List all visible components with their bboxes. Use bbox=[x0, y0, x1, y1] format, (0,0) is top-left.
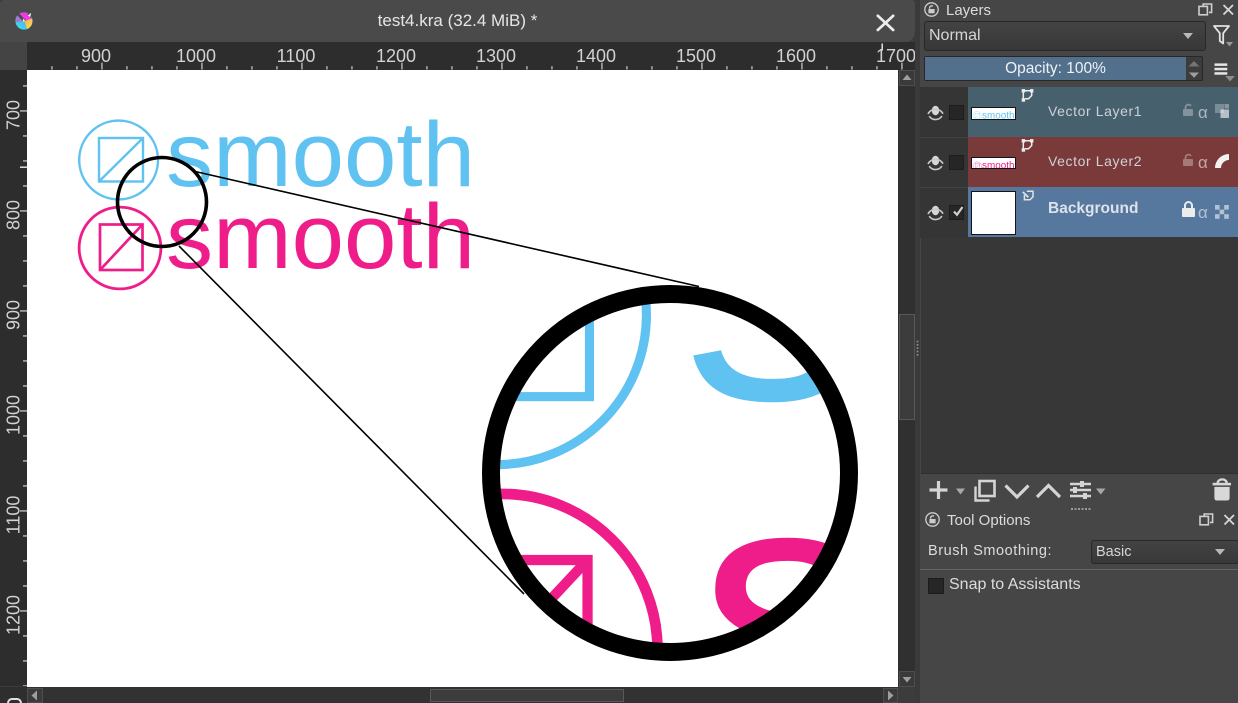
svg-text:1400: 1400 bbox=[576, 46, 616, 66]
svg-text:700: 700 bbox=[4, 100, 24, 130]
svg-text:1600: 1600 bbox=[776, 46, 816, 66]
svg-text:1500: 1500 bbox=[676, 46, 716, 66]
svg-text:1000: 1000 bbox=[176, 46, 216, 66]
svg-text:1200: 1200 bbox=[376, 46, 416, 66]
svg-text:1100: 1100 bbox=[4, 496, 24, 535]
svg-text:1300: 1300 bbox=[476, 46, 516, 66]
svg-text:800: 800 bbox=[4, 200, 24, 230]
svg-text:900: 900 bbox=[81, 46, 111, 66]
svg-text:900: 900 bbox=[4, 300, 24, 330]
svg-text:1200: 1200 bbox=[4, 595, 24, 635]
svg-text:1000: 1000 bbox=[4, 395, 24, 435]
svg-text:1100: 1100 bbox=[277, 46, 316, 66]
